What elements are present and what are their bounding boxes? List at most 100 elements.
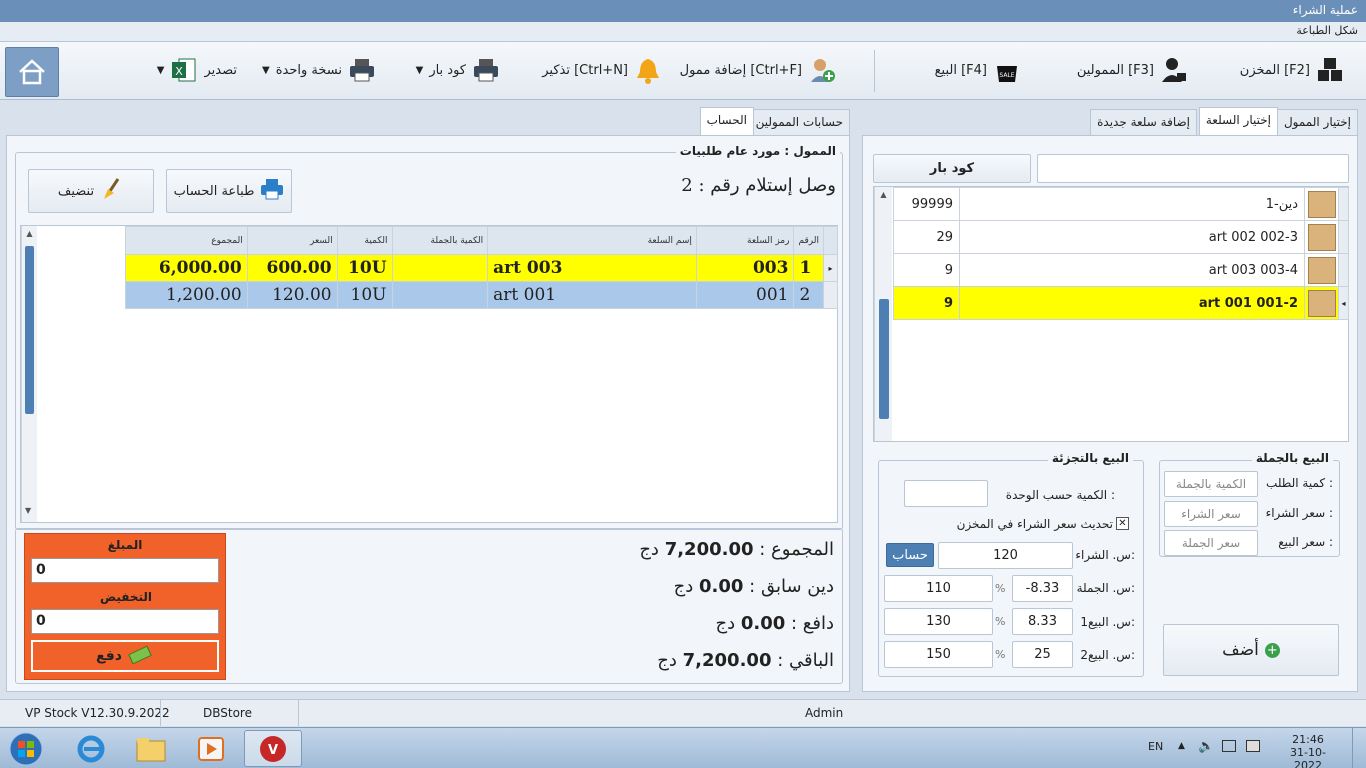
calc-button[interactable]: حساب (886, 543, 934, 567)
home-icon (19, 59, 45, 85)
percent-sign: % (995, 582, 1006, 595)
cell-name: art 003 (487, 254, 697, 282)
amount-input[interactable]: 0 (31, 558, 219, 583)
clock[interactable]: 21:46 31-10-2022 (1284, 733, 1332, 768)
show-desktop-button[interactable] (1352, 728, 1366, 768)
table-row[interactable]: 6,000.00 600.00 10U art 003 003 1 ▸ (125, 254, 839, 282)
list-item[interactable]: 99999 1-دين (893, 187, 1349, 221)
print-account-button[interactable]: طباعة الحساب (166, 169, 292, 213)
volume-icon[interactable]: 🔈 (1198, 739, 1214, 754)
add-supplier-button[interactable]: إضافة ممول [Ctrl+F] (680, 56, 836, 84)
wholesale-qty-input[interactable]: الكمية بالجملة (1164, 471, 1258, 497)
scroll-down-icon[interactable]: ▼ (25, 506, 31, 515)
window-title: عملية الشراء (0, 0, 1366, 22)
column-header[interactable]: المجموع (125, 226, 248, 255)
chevron-down-icon[interactable]: ▼ (416, 65, 424, 76)
chevron-down-icon[interactable]: ▼ (157, 65, 165, 76)
display-icon[interactable] (1222, 740, 1236, 752)
wholesale-pct-input[interactable]: -8.33 (1012, 575, 1073, 602)
item-name: art 002 002-3 (959, 220, 1305, 254)
wholesale-buy-price-input[interactable]: سعر الشراء (1164, 501, 1258, 527)
list-item[interactable]: 9 art 003 003-4 (893, 253, 1349, 287)
tab-supplier-accounts[interactable]: حسابات الممولين (748, 109, 850, 135)
tray-arrow-icon[interactable]: ▲ (1178, 741, 1185, 751)
barcode-button[interactable]: كود بار (873, 154, 1031, 183)
barcode-print-button[interactable]: ▼ كود بار (416, 56, 500, 84)
items-scrollbar[interactable]: ▲ (874, 187, 892, 441)
column-header[interactable]: الرقم (793, 226, 824, 255)
suppliers-button[interactable]: الممولين [F3] (1077, 56, 1188, 84)
wholesale-price-input[interactable]: 110 (884, 575, 993, 602)
buy-label: س. الشراء: (1075, 548, 1135, 562)
taskbar: V EN ▲ 🔈 21:46 31-10-2022 (0, 727, 1366, 768)
search-input[interactable] (1037, 154, 1349, 183)
menu-print-format[interactable]: شكل الطباعة (0, 22, 1366, 42)
list-item[interactable]: 29 art 002 002-3 (893, 220, 1349, 254)
column-header[interactable]: السعر (246, 226, 338, 255)
broom-icon (100, 177, 124, 205)
pay-button[interactable]: دفع (31, 640, 219, 672)
discount-label: التخفيض (99, 590, 153, 604)
tab-choose-item[interactable]: إختيار السلعة (1198, 107, 1278, 135)
cell-code: 003 (695, 254, 795, 282)
row-indicator-header (822, 226, 839, 255)
box-icon (1307, 256, 1336, 284)
start-button[interactable] (6, 730, 46, 767)
wholesale-sell-price-input[interactable]: سعر الجملة (1164, 530, 1258, 556)
sell2-pct-input[interactable]: 25 (1012, 641, 1073, 668)
tab-add-new-item[interactable]: إضافة سلعة جديدة (1090, 109, 1197, 135)
sell1-pct-input[interactable]: 8.33 (1012, 608, 1073, 635)
sell2-price-input[interactable]: 150 (884, 641, 993, 668)
box-icon (1307, 223, 1336, 251)
row-indicator (822, 281, 839, 309)
totals-summary: المجموع : 7,200.00 دج دين سابق : 0.00 دج… (434, 539, 834, 687)
media-player-icon (198, 736, 224, 761)
chevron-down-icon[interactable]: ▼ (262, 65, 270, 76)
sell1-price-input[interactable]: 130 (884, 608, 993, 635)
scroll-up-icon[interactable]: ▲ (875, 190, 892, 199)
barcode-print-label: كود بار (429, 62, 466, 78)
warehouse-button[interactable]: المخزن [F2] (1240, 56, 1344, 84)
taskbar-explorer[interactable] (122, 730, 180, 767)
column-header[interactable]: إسم السلعة (487, 226, 697, 255)
single-copy-button[interactable]: ▼ نسخة واحدة (262, 56, 376, 84)
cell-price: 600.00 (246, 254, 338, 282)
language-indicator[interactable]: EN (1148, 740, 1163, 753)
tab-account[interactable]: الحساب (699, 107, 754, 135)
column-header[interactable]: رمز السلعة (695, 226, 795, 255)
tab-choose-supplier[interactable]: إختيار الممول (1276, 109, 1358, 135)
printer-icon (348, 56, 376, 84)
add-button[interactable]: أضف + (1163, 624, 1339, 676)
svg-text:X: X (176, 65, 184, 78)
single-copy-label: نسخة واحدة (275, 62, 342, 78)
excel-icon: X (170, 56, 198, 84)
column-header[interactable]: الكمية (336, 226, 393, 255)
network-icon[interactable] (1246, 740, 1260, 752)
supplier-label: الممول : مورد عام طلبيات (675, 144, 840, 158)
column-header[interactable]: الكمية بالجملة (391, 226, 489, 255)
box-icon (1307, 289, 1336, 317)
sell-price-label: سعر البيع : (1278, 535, 1333, 549)
item-qty: 29 (893, 220, 960, 254)
export-button[interactable]: ▼ X تصدير (157, 56, 237, 84)
taskbar-media-player[interactable] (182, 730, 240, 767)
taskbar-ie[interactable] (62, 730, 120, 767)
reminder-button[interactable]: تذكير [Ctrl+N] (542, 56, 662, 84)
item-name: 1-دين (959, 187, 1305, 221)
grid-scrollbar[interactable]: ▲ ▼ (21, 226, 37, 522)
update-price-checkbox[interactable]: ✕ (1116, 517, 1129, 530)
sale-button[interactable]: البيع [F4] SALE (935, 56, 1021, 84)
discount-input[interactable]: 0 (31, 609, 219, 634)
list-item[interactable]: 9 art 001 001-2 ◂ (893, 286, 1349, 320)
taskbar-vpstock[interactable]: V (244, 730, 302, 767)
unit-qty-input[interactable] (904, 480, 988, 507)
clean-button[interactable]: تنضيف (28, 169, 154, 213)
table-row[interactable]: 1,200.00 120.00 10U art 001 001 2 (125, 281, 839, 309)
scroll-thumb[interactable] (879, 299, 889, 419)
toolbar-divider (874, 50, 875, 92)
home-button[interactable] (5, 47, 59, 97)
scroll-thumb[interactable] (25, 246, 34, 414)
item-qty: 9 (893, 253, 960, 287)
buy-price-input[interactable]: 120 (938, 542, 1073, 569)
scroll-up-icon[interactable]: ▲ (22, 229, 37, 238)
